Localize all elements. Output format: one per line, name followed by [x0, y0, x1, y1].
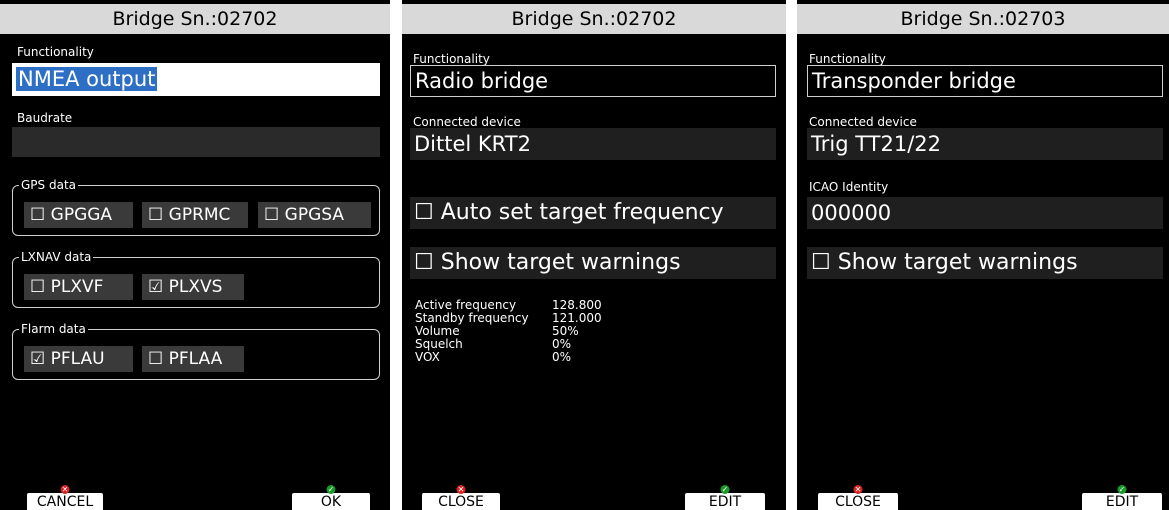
functionality-field[interactable]: Transponder bridge: [807, 65, 1163, 97]
ok-button-label: OK: [320, 494, 342, 510]
checkbox-icon: ☐: [148, 349, 164, 369]
checkbox-label: PLXVF: [50, 277, 104, 297]
transponder-bridge-screen: Bridge Sn.:02703 Functionality Transpond…: [797, 0, 1169, 510]
screen-title: Bridge Sn.:02702: [0, 4, 390, 34]
edit-button[interactable]: ✓ EDIT: [1082, 485, 1162, 510]
functionality-label: Functionality: [809, 52, 886, 66]
checkbox-icon: ☑: [148, 277, 164, 297]
checkbox-label: PFLAU: [50, 349, 105, 369]
checkbox-icon: ☐: [30, 205, 46, 225]
functionality-field[interactable]: NMEA output: [12, 63, 380, 96]
checkbox-gpgsa[interactable]: ☐ GPGSA: [258, 202, 371, 228]
auto-set-target-frequency-checkbox[interactable]: ☐ Auto set target frequency: [410, 197, 776, 229]
close-button-label: CLOSE: [835, 494, 881, 510]
edit-button[interactable]: ✓ EDIT: [685, 485, 765, 510]
edit-button-label: EDIT: [708, 494, 742, 510]
checkbox-icon: ☐: [148, 205, 164, 225]
checkbox-plxvs[interactable]: ☑ PLXVS: [142, 274, 244, 300]
connected-device-label: Connected device: [413, 115, 521, 129]
screen-title: Bridge Sn.:02702: [402, 4, 786, 34]
checkbox-label: PFLAA: [168, 349, 223, 369]
checkbox-icon: ☐: [811, 250, 831, 275]
checkbox-pflau[interactable]: ☑ PFLAU: [24, 346, 133, 372]
edit-indicator-icon: ✓: [720, 485, 730, 494]
ok-button[interactable]: ✓ OK: [292, 485, 370, 510]
radio-bridge-screen: Bridge Sn.:02702 Functionality Radio bri…: [402, 0, 786, 510]
checkbox-label: GPGSA: [284, 205, 344, 225]
baudrate-field[interactable]: [12, 127, 380, 157]
checkbox-plxvf[interactable]: ☐ PLXVF: [24, 274, 133, 300]
checkbox-label: GPRMC: [168, 205, 231, 225]
cancel-indicator-icon: ✕: [60, 485, 70, 494]
screen-title: Bridge Sn.:02703: [797, 4, 1169, 34]
checkbox-icon: ☐: [264, 205, 280, 225]
checkbox-icon: ☑: [30, 349, 46, 369]
info-value: 0%: [552, 350, 572, 364]
edit-indicator-icon: ✓: [1117, 485, 1127, 494]
checkbox-label: Auto set target frequency: [440, 200, 724, 225]
show-target-warnings-checkbox[interactable]: ☐ Show target warnings: [410, 247, 776, 279]
checkbox-label: Show target warnings: [837, 250, 1078, 275]
checkbox-pflaa[interactable]: ☐ PFLAA: [142, 346, 244, 372]
icao-identity-field[interactable]: 000000: [807, 197, 1163, 229]
checkbox-icon: ☐: [30, 277, 46, 297]
close-button[interactable]: ✕ CLOSE: [422, 485, 500, 510]
cancel-button[interactable]: ✕ CANCEL: [27, 485, 103, 510]
radio-info-values: 128.800 121.000 50% 0% 0%: [552, 299, 602, 364]
radio-info-labels: Active frequency Standby frequency Volum…: [415, 299, 529, 364]
connected-device-field[interactable]: Dittel KRT2: [410, 128, 776, 160]
info-label: VOX: [415, 350, 440, 364]
close-button[interactable]: ✕ CLOSE: [818, 485, 898, 510]
connected-device-field[interactable]: Trig TT21/22: [807, 128, 1163, 160]
ok-indicator-icon: ✓: [326, 485, 336, 494]
show-target-warnings-checkbox[interactable]: ☐ Show target warnings: [807, 247, 1163, 279]
functionality-field[interactable]: Radio bridge: [410, 65, 776, 97]
edit-button-label: EDIT: [1105, 494, 1139, 510]
checkbox-label: GPGGA: [50, 205, 113, 225]
cancel-button-label: CANCEL: [36, 494, 94, 510]
checkbox-label: PLXVS: [168, 277, 223, 297]
close-indicator-icon: ✕: [456, 485, 466, 494]
checkbox-gpgga[interactable]: ☐ GPGGA: [24, 202, 133, 228]
checkbox-label: Show target warnings: [440, 250, 681, 275]
functionality-label: Functionality: [17, 45, 94, 59]
checkbox-icon: ☐: [414, 250, 434, 275]
group-label: GPS data: [19, 177, 78, 193]
gps-data-group: GPS data ☐ GPGGA ☐ GPRMC ☐ GPGSA: [12, 177, 380, 236]
functionality-value: NMEA output: [16, 67, 158, 91]
lxnav-data-group: LXNAV data ☐ PLXVF ☑ PLXVS: [12, 249, 380, 308]
group-label: Flarm data: [19, 321, 88, 337]
checkbox-icon: ☐: [414, 200, 434, 225]
icao-identity-label: ICAO Identity: [809, 180, 889, 194]
functionality-label: Functionality: [413, 52, 490, 66]
checkbox-gprmc[interactable]: ☐ GPRMC: [142, 202, 248, 228]
baudrate-label: Baudrate: [17, 111, 73, 125]
flarm-data-group: Flarm data ☑ PFLAU ☐ PFLAA: [12, 321, 380, 380]
nmea-output-screen: Bridge Sn.:02702 Functionality NMEA outp…: [0, 0, 390, 510]
group-label: LXNAV data: [19, 249, 94, 265]
close-button-label: CLOSE: [438, 494, 484, 510]
connected-device-label: Connected device: [809, 115, 917, 129]
close-indicator-icon: ✕: [853, 485, 863, 494]
